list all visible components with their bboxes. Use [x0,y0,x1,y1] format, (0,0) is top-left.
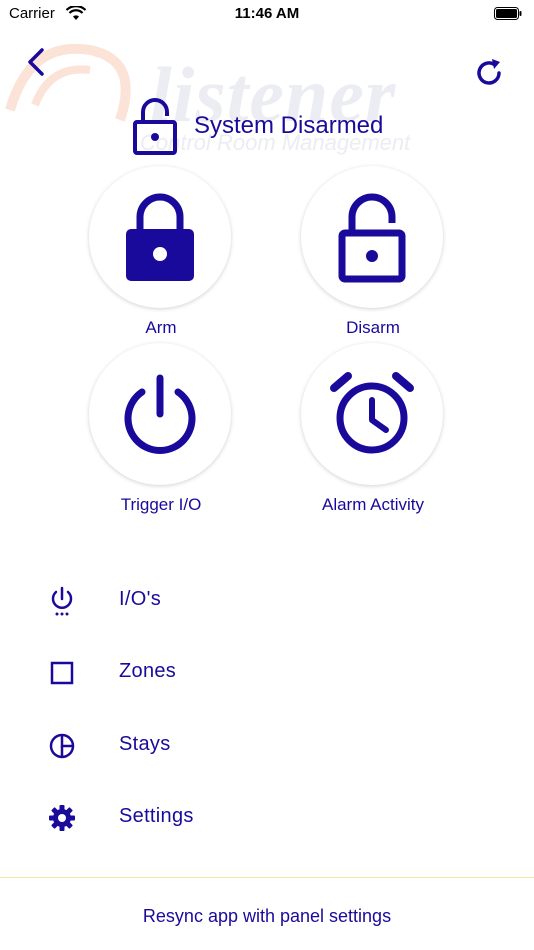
refresh-icon [477,59,501,85]
lock-open-icon [338,193,406,283]
menu-item-stays[interactable]: Stays [0,717,534,773]
battery-icon [494,7,522,20]
status-bar: Carrier 11:46 AM [0,0,534,28]
footer-divider [0,877,534,878]
system-status: System Disarmed [0,98,534,158]
back-button[interactable] [22,46,52,80]
disarm-action[interactable]: Disarm [273,166,473,346]
trigger-io-action[interactable]: Trigger I/O [61,343,261,523]
status-time: 11:46 AM [234,5,300,22]
menu-item-label: Stays [119,733,171,755]
alarm-activity-button[interactable] [301,343,443,485]
alarm-clock-icon [330,372,414,454]
menu-item-ios[interactable]: I/O's [0,572,534,628]
trigger-io-label: Trigger I/O [120,495,202,514]
disarm-button[interactable] [301,166,443,308]
trigger-io-button[interactable] [89,343,231,485]
power-dots-icon [51,586,73,616]
gear-icon [49,805,75,831]
alarm-activity-label: Alarm Activity [321,495,425,514]
menu-item-zones[interactable]: Zones [0,644,534,700]
arm-label: Arm [145,318,177,337]
pie-icon [49,733,75,759]
power-icon [124,374,196,454]
menu-item-label: Zones [119,660,177,682]
square-icon [50,661,74,685]
lock-open-icon [133,98,177,155]
arm-action[interactable]: Arm [61,166,261,346]
system-status-text: System Disarmed [194,112,384,139]
lock-closed-icon [126,193,194,281]
arm-button[interactable] [89,166,231,308]
chevron-left-icon [28,48,44,76]
menu-item-label: I/O's [119,588,161,610]
refresh-button[interactable] [472,56,506,90]
resync-button[interactable]: Resync app with panel settings [0,906,534,927]
disarm-label: Disarm [346,318,400,337]
alarm-activity-action[interactable]: Alarm Activity [273,343,473,523]
menu-item-settings[interactable]: Settings [0,789,534,845]
menu-item-label: Settings [119,805,194,827]
